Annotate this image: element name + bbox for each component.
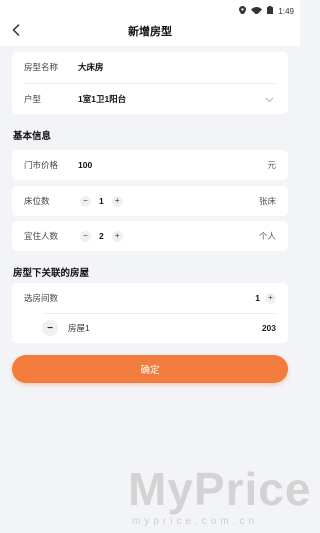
price-field[interactable]: 门市价格 100 元 [12, 150, 288, 180]
add-room-button[interactable]: + [265, 292, 276, 304]
people-stepper: − 2 + [80, 230, 123, 242]
room-type-name-field[interactable]: 房型名称 大床房 [12, 52, 288, 82]
page-title: 新增房型 [128, 26, 172, 38]
chevron-down-icon[interactable] [265, 95, 274, 105]
confirm-button[interactable]: 确定 [12, 355, 288, 383]
room-name: 房屋1 [68, 323, 90, 333]
people-minus-button[interactable]: − [80, 230, 91, 242]
list-item: − 房屋1 203 [12, 313, 288, 343]
people-card: 宜住人数 − 2 + 个人 [12, 221, 288, 251]
status-bar: 1:49 [0, 0, 300, 16]
layout-label: 户型 [24, 94, 42, 104]
beds-stepper: − 1 + [80, 195, 123, 207]
layout-value[interactable]: 1室1卫1阳台 [78, 93, 126, 105]
room-number: 203 [261, 323, 276, 333]
watermark: MyPrice myprice.com.cn [128, 462, 310, 533]
room-count-label: 选房间数 [24, 293, 59, 303]
people-unit: 个人 [258, 231, 276, 241]
price-unit: 元 [267, 160, 276, 170]
watermark-logo: MyPrice [128, 463, 312, 515]
beds-unit: 张床 [258, 196, 276, 206]
section-title-basic-info: 基本信息 [13, 131, 52, 142]
price-label: 门市价格 [24, 160, 59, 170]
watermark-url: myprice.com.cn [132, 516, 259, 527]
layout-select[interactable]: 户型 1室1卫1阳台 [12, 84, 288, 114]
room-count-field: 选房间数 1 + [12, 283, 288, 313]
beds-plus-button[interactable]: + [111, 195, 123, 207]
people-field: 宜住人数 − 2 + 个人 [12, 221, 288, 251]
price-value[interactable]: 100 [78, 160, 92, 170]
price-card: 门市价格 100 元 [12, 150, 288, 180]
room-count-value: 1 [255, 293, 260, 303]
beds-label: 床位数 [24, 196, 50, 206]
beds-value: 1 [99, 196, 104, 206]
beds-card: 床位数 − 1 + 张床 [12, 186, 288, 216]
nav-bar: 新增房型 [0, 14, 300, 46]
people-plus-button[interactable]: + [111, 230, 123, 242]
people-value: 2 [99, 231, 104, 241]
remove-room-button[interactable]: − [42, 320, 58, 336]
section-title-linked-rooms: 房型下关联的房屋 [13, 268, 90, 279]
people-label: 宜住人数 [24, 231, 59, 241]
beds-minus-button[interactable]: − [80, 195, 91, 207]
name-label: 房型名称 [24, 62, 59, 72]
basic-card: 房型名称 大床房 户型 1室1卫1阳台 [12, 52, 288, 114]
beds-field: 床位数 − 1 + 张床 [12, 186, 288, 216]
rooms-card: 选房间数 1 + − 房屋1 203 [12, 283, 288, 343]
name-value[interactable]: 大床房 [78, 61, 104, 73]
